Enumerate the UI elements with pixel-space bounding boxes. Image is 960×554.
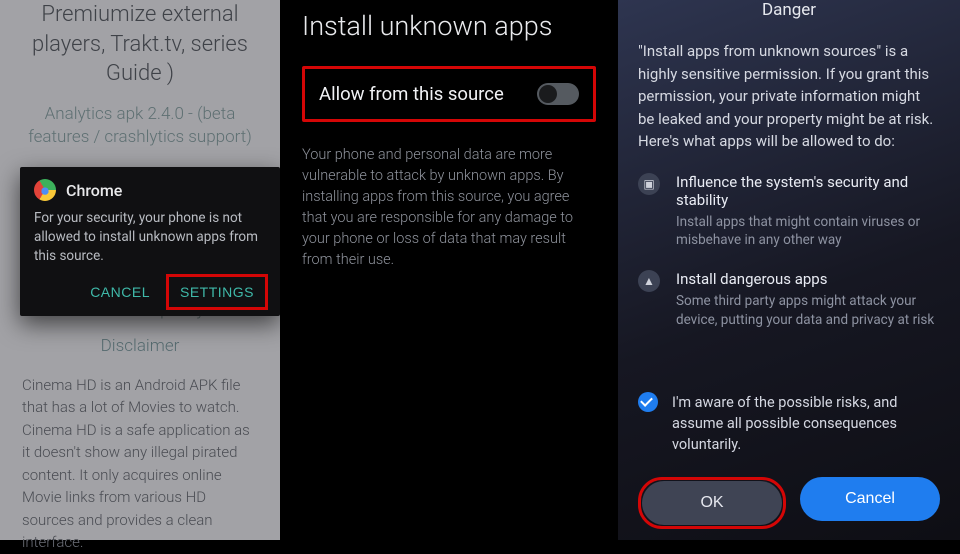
body-text: Cinema HD is an Android APK file that ha…	[22, 374, 258, 554]
screenshot-2-install-unknown-apps: Install unknown apps Allow from this sou…	[280, 0, 618, 540]
page-subhead: Analytics apk 2.4.0 - (beta features / c…	[22, 103, 258, 149]
cancel-button[interactable]: CANCEL	[78, 276, 162, 308]
page-title: Install unknown apps	[302, 10, 596, 42]
allow-warning-text: Your phone and personal data are more vu…	[302, 144, 596, 270]
warning-icon: ▲	[638, 270, 660, 292]
settings-button[interactable]: SETTINGS	[168, 276, 266, 308]
dialog-title: Danger	[638, 0, 940, 20]
disclaimer-link[interactable]: Disclaimer	[22, 336, 258, 356]
bullet-security: ▣ Influence the system's security and st…	[638, 173, 940, 251]
dialog-intro: "Install apps from unknown sources" is a…	[638, 40, 940, 153]
ok-button-highlight: OK	[638, 477, 786, 529]
bullet-title: Install dangerous apps	[676, 270, 940, 288]
allow-label: Allow from this source	[319, 83, 504, 105]
bullet-sub: Install apps that might contain viruses …	[676, 213, 940, 251]
bullet-dangerous: ▲ Install dangerous apps Some third part…	[638, 270, 940, 330]
page-headline: Premiumize external players, Trakt.tv, s…	[22, 0, 258, 89]
allow-toggle[interactable]	[537, 83, 579, 105]
dialog-message: For your security, your phone is not all…	[34, 209, 266, 266]
allow-from-source-row[interactable]: Allow from this source	[302, 66, 596, 122]
aware-row[interactable]: I'm aware of the possible risks, and ass…	[638, 392, 940, 455]
install-blocked-dialog: Chrome For your security, your phone is …	[20, 167, 280, 316]
aware-checkbox[interactable]	[638, 392, 658, 412]
aware-text: I'm aware of the possible risks, and ass…	[672, 392, 940, 455]
ok-button[interactable]: OK	[642, 481, 782, 525]
bullet-sub: Some third party apps might attack your …	[676, 292, 940, 330]
screenshot-3-danger-dialog: Danger "Install apps from unknown source…	[618, 0, 960, 540]
chrome-icon	[34, 179, 56, 201]
screenshot-1-browser: Premiumize external players, Trakt.tv, s…	[0, 0, 280, 540]
cancel-button[interactable]: Cancel	[800, 477, 940, 521]
dialog-title: Chrome	[66, 181, 122, 200]
bullet-title: Influence the system's security and stab…	[676, 173, 940, 209]
shield-icon: ▣	[638, 173, 660, 195]
